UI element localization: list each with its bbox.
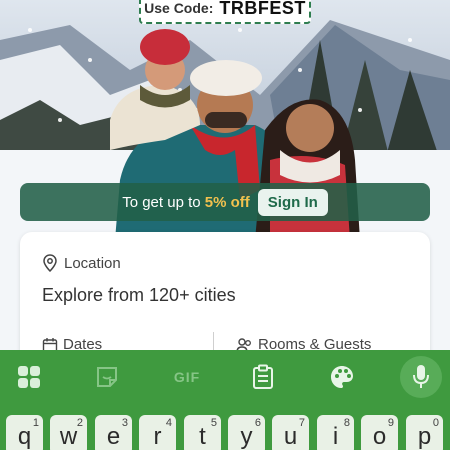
key-u[interactable]: 7u — [272, 415, 309, 450]
location-pin-icon — [43, 254, 57, 272]
key-char: r — [153, 423, 162, 450]
location-row[interactable]: Location — [42, 254, 121, 272]
key-e[interactable]: 3e — [95, 415, 132, 450]
promo-code-label: Use Code: — [144, 0, 214, 16]
key-r[interactable]: 4r — [139, 415, 176, 450]
key-i[interactable]: 8i — [317, 415, 354, 450]
location-label: Location — [64, 254, 121, 272]
key-number-hint: 7 — [298, 417, 305, 429]
location-input[interactable]: Explore from 120+ cities — [42, 285, 236, 306]
offer-banner: To get up to 5% off Sign In — [20, 183, 430, 221]
key-o[interactable]: 9o — [361, 415, 398, 450]
key-p[interactable]: 0p — [406, 415, 443, 450]
clipboard-icon[interactable] — [250, 364, 276, 390]
on-screen-keyboard: GIF 1 q 2 w 3 e 4 r 5 t 6 y 7 u 8 i 9 o … — [0, 350, 450, 450]
key-char: p — [417, 423, 432, 450]
sticker-icon[interactable] — [94, 364, 120, 390]
key-number-hint: 2 — [76, 417, 83, 429]
key-t[interactable]: 5t — [184, 415, 221, 450]
key-char: i — [332, 423, 339, 450]
offer-percent: 5% off — [204, 193, 250, 211]
sign-in-button[interactable]: Sign In — [257, 188, 328, 216]
promo-code-value: TRBFEST — [219, 0, 306, 18]
palette-icon[interactable] — [329, 364, 355, 390]
key-number-hint: 1 — [32, 417, 39, 429]
gif-icon[interactable]: GIF — [172, 364, 202, 390]
key-char: q — [17, 423, 32, 450]
mic-button[interactable] — [400, 356, 442, 398]
key-number-hint: 8 — [343, 417, 350, 429]
key-number-hint: 0 — [432, 417, 439, 429]
keyboard-toolbar: GIF — [0, 350, 450, 404]
key-w[interactable]: 2w — [50, 415, 87, 450]
key-char: o — [372, 423, 387, 450]
key-char: w — [59, 423, 78, 450]
gif-label: GIF — [173, 369, 201, 385]
key-number-hint: 3 — [121, 417, 128, 429]
key-number-hint: 9 — [387, 417, 394, 429]
key-char: y — [240, 423, 253, 450]
mic-icon — [413, 365, 429, 388]
apps-grid-icon[interactable] — [16, 364, 42, 390]
key-number-hint: 6 — [254, 417, 261, 429]
key-char: u — [283, 423, 298, 450]
key-number-hint: 5 — [210, 417, 217, 429]
key-q[interactable]: 1q — [6, 415, 43, 450]
offer-prefix: To get up to — [122, 193, 201, 211]
key-number-hint: 4 — [165, 417, 172, 429]
key-char: t — [199, 423, 206, 450]
key-y[interactable]: 6y — [228, 415, 265, 450]
offer-text: To get up to 5% off — [122, 194, 250, 211]
promo-code-badge[interactable]: Use Code: TRBFEST — [139, 0, 311, 24]
keyboard-top-row: 1q 2w 3e 4r 5t 6y 7u 8i 9o 0p — [0, 415, 450, 450]
key-char: e — [106, 423, 121, 450]
